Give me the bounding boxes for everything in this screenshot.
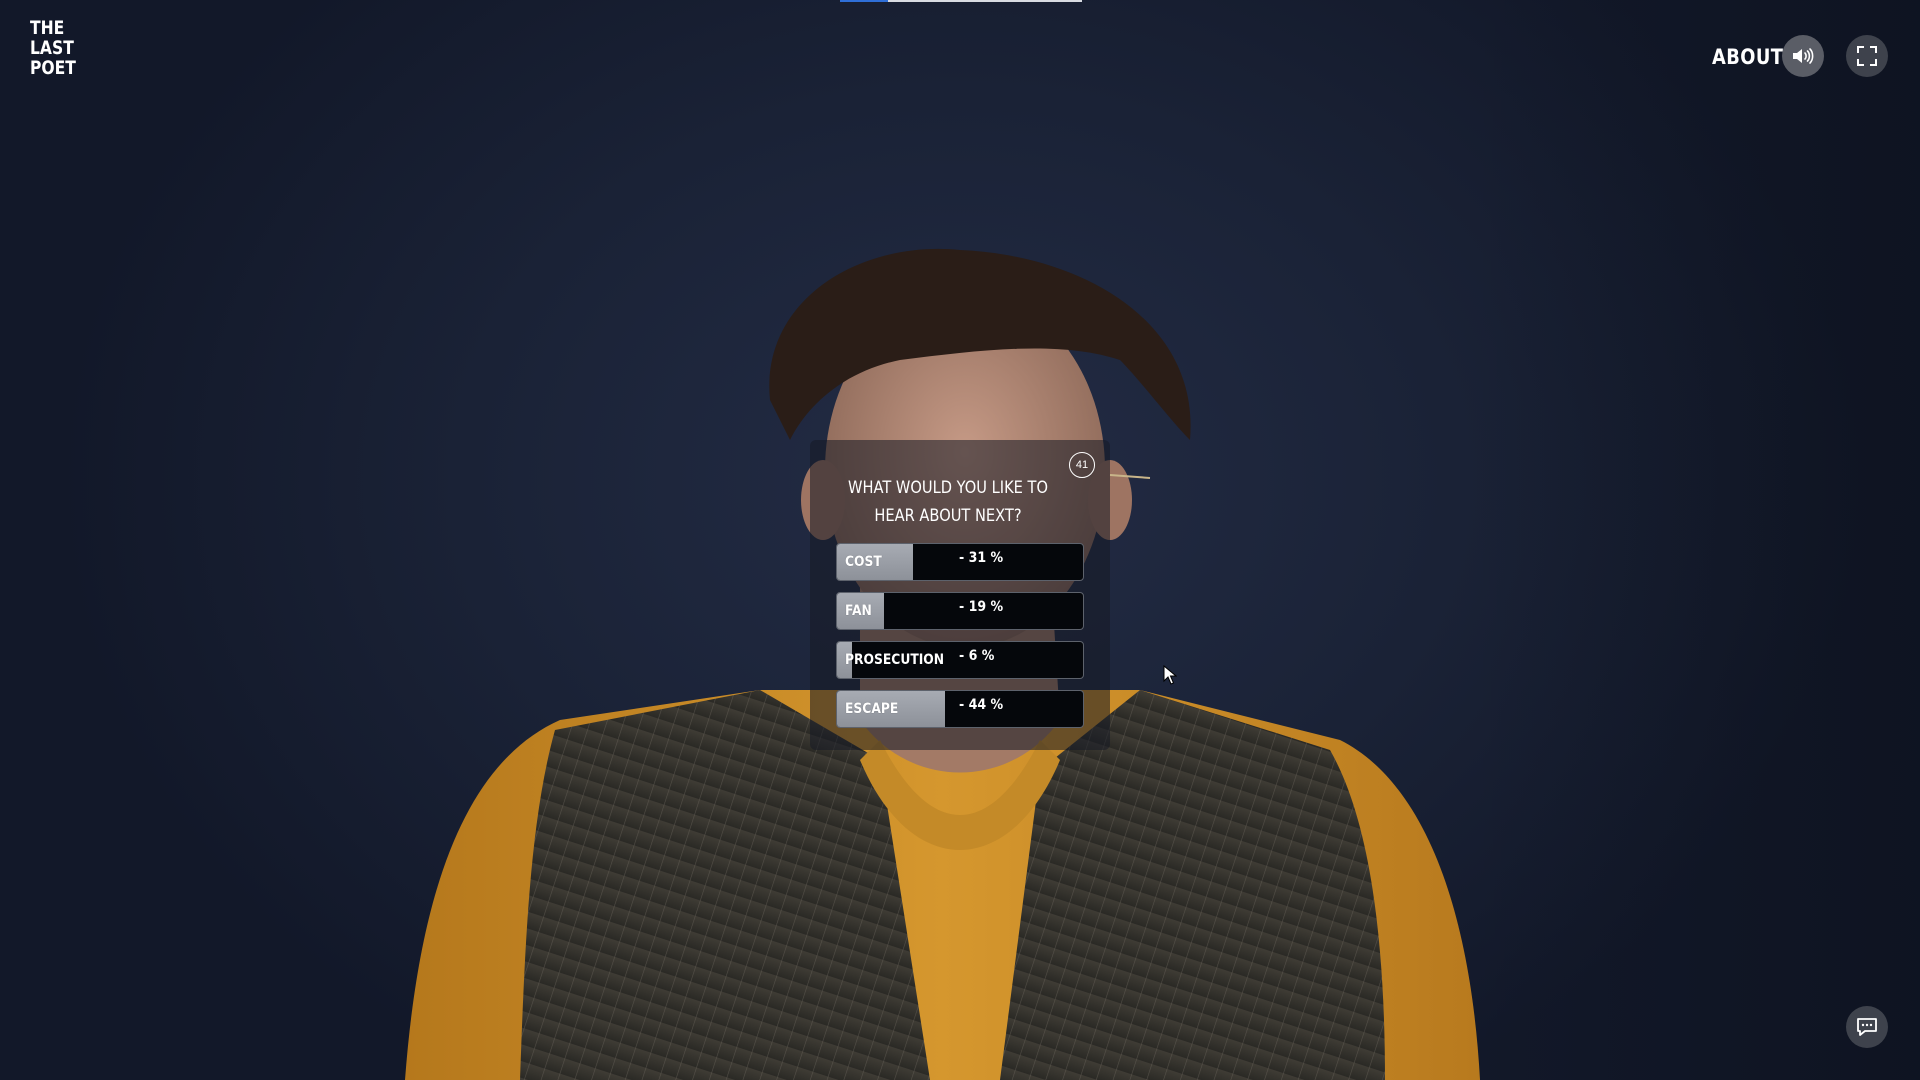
chat-bubble-icon [1857, 1018, 1877, 1036]
poll-option-label: ESCAPE [845, 701, 899, 717]
poll-option-percent: - 31 % [959, 550, 1004, 566]
logo-line-1: THE [30, 17, 65, 39]
speaker-volume-icon [1793, 48, 1814, 64]
poll-question: WHAT WOULD YOU LIKE TO HEAR ABOUT NEXT? [848, 478, 1048, 526]
playback-progress-bar[interactable] [840, 0, 1082, 2]
fullscreen-icon [1857, 46, 1877, 66]
poll-option-label: PROSECUTION [845, 652, 945, 668]
poll-options: COST - 31 % FAN - 19 % PROSECUTION - 6 %… [836, 543, 1084, 739]
the-last-poet-logo[interactable]: THE LAST POET [30, 18, 76, 78]
sound-toggle-button[interactable] [1782, 35, 1824, 77]
logo-line-2: LAST [30, 37, 74, 59]
poll-option-percent: - 6 % [959, 648, 995, 664]
playback-progress-fill [840, 0, 889, 2]
about-link[interactable]: ABOUT [1712, 45, 1783, 69]
poll-panel: 41 WHAT WOULD YOU LIKE TO HEAR ABOUT NEX… [810, 440, 1110, 750]
poll-option-percent: - 19 % [959, 599, 1004, 615]
poll-countdown-timer: 41 [1069, 452, 1095, 478]
poll-option-cost[interactable]: COST - 31 % [836, 543, 1084, 581]
poll-option-label: FAN [845, 603, 872, 619]
mouse-cursor-icon [1163, 665, 1177, 685]
fullscreen-button[interactable] [1846, 35, 1888, 77]
poll-option-fan[interactable]: FAN - 19 % [836, 592, 1084, 630]
right-vignette [1470, 0, 1920, 1080]
video-stage: THE LAST POET ABOUT 41 WHAT WOULD YOU LI… [0, 0, 1920, 1080]
poll-option-escape[interactable]: ESCAPE - 44 % [836, 690, 1084, 728]
poll-option-label: COST [845, 554, 882, 570]
poll-option-prosecution[interactable]: PROSECUTION - 6 % [836, 641, 1084, 679]
logo-line-3: POET [30, 57, 76, 79]
chat-button[interactable] [1846, 1006, 1888, 1048]
poll-option-percent: - 44 % [959, 697, 1004, 713]
